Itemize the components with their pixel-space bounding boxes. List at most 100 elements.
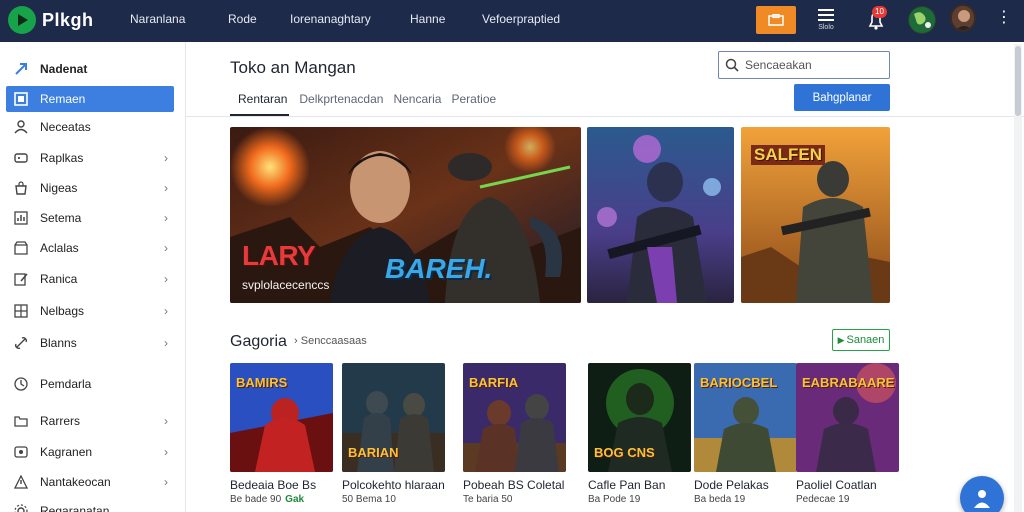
page-title: Toko an Mangan: [230, 58, 356, 77]
eye-icon: [14, 445, 28, 459]
sidebar-item-label: Blanns: [40, 336, 77, 350]
sidebar-item-label: Nelbags: [40, 304, 85, 318]
scrollbar-thumb[interactable]: [1015, 46, 1021, 116]
chevron-right-icon: ›: [164, 241, 168, 255]
game-thumbnail: BOG CNS: [588, 363, 691, 472]
nav-link-1[interactable]: Naranlana: [130, 12, 185, 26]
featured-banner-3[interactable]: SALFEN: [741, 127, 890, 303]
game-meta: Ba beda 19: [694, 494, 797, 505]
link-icon: [14, 336, 28, 350]
tab-3[interactable]: Nencaria: [393, 91, 441, 116]
sidebar-item-8[interactable]: Ranica ›: [6, 266, 174, 292]
sidebar-item-2[interactable]: Remaen: [6, 86, 174, 112]
sidebar-item-5[interactable]: Nigeas ›: [6, 175, 174, 201]
game-card[interactable]: BARIOCBEL Dode Pelakas Ba beda 19: [694, 363, 797, 505]
game-thumbnail: EABRABAARE: [796, 363, 899, 472]
store-button[interactable]: [756, 6, 796, 34]
featured-banner-2[interactable]: [587, 127, 734, 303]
avatar-icon: [952, 6, 974, 30]
tab-2[interactable]: Delkprtenacdan: [299, 91, 383, 116]
nav-link-4[interactable]: Hanne: [410, 12, 445, 26]
game-card[interactable]: EABRABAARE Paoliel Coatlan Pedecae 19: [796, 363, 899, 505]
game-meta-text: Be bade 90: [230, 494, 282, 505]
chevron-right-icon: ›: [164, 211, 168, 225]
sidebar-item-6[interactable]: Setema ›: [6, 205, 174, 231]
game-meta: 50 Bema 10: [342, 494, 445, 505]
sidebar: Nadenat Remaen Neceatas Raplkas › Nigeas…: [0, 42, 186, 512]
gamepad-icon: [14, 151, 28, 165]
game-card[interactable]: BARIAN Polcokehto hlaraan 50 Bema 10: [342, 363, 445, 505]
chevron-right-icon: ›: [164, 151, 168, 165]
gear-icon: [14, 504, 28, 512]
sidebar-item-9[interactable]: Nelbags ›: [6, 298, 174, 324]
game-meta-text: Ba beda 19: [694, 494, 746, 505]
sidebar-item-13[interactable]: Kagranen ›: [6, 439, 174, 465]
globe-button[interactable]: [908, 6, 936, 34]
nav-link-3[interactable]: Iorenanaghtary: [290, 12, 371, 26]
scrollbar[interactable]: [1014, 44, 1022, 512]
sidebar-item-4[interactable]: Raplkas ›: [6, 145, 174, 171]
notification-badge: 10: [872, 6, 887, 18]
sidebar-item-14[interactable]: Nantakeocan ›: [6, 469, 174, 495]
warning-icon: [14, 475, 28, 489]
chevron-right-icon: ›: [294, 335, 301, 347]
game-thumbnail: BAMIRS: [230, 363, 333, 472]
store-icon: [768, 14, 784, 26]
arrow-icon: [14, 62, 28, 76]
featured-banner-main[interactable]: LARY svplolacecenccs BAREH.: [230, 127, 581, 303]
sidebar-item-3[interactable]: Neceatas: [6, 114, 174, 140]
search-box[interactable]: [718, 51, 890, 79]
person-icon: [14, 120, 28, 134]
game-title: Pobeah BS Coletal: [463, 478, 565, 492]
banner-artwork: [587, 127, 734, 303]
bag-icon: [14, 181, 28, 195]
chevron-right-icon: ›: [164, 336, 168, 350]
sidebar-item-label: Nadenat: [40, 62, 88, 76]
sidebar-item-label: Nantakeocan: [40, 475, 111, 489]
nav-link-2[interactable]: Rode: [228, 12, 257, 26]
sidebar-item-label: Nigeas: [40, 181, 78, 195]
tab-1[interactable]: Rentaran: [230, 91, 290, 116]
box-icon: [14, 241, 28, 255]
game-card[interactable]: BOG CNS Cafle Pan Ban Ba Pode 19: [588, 363, 691, 505]
square-icon: [14, 92, 28, 106]
thumbnail-title: BARIAN: [348, 445, 399, 460]
app-logo[interactable]: Plkgh: [8, 6, 94, 34]
section-action-button[interactable]: ▶ Sanaen: [832, 329, 890, 351]
sidebar-item-15[interactable]: Regaranatan: [6, 498, 174, 512]
banner-title: SALFEN: [751, 145, 825, 165]
sidebar-item-label: Aclalas: [40, 241, 79, 255]
game-title: Cafle Pan Ban: [588, 478, 666, 492]
game-card[interactable]: BARFIA Pobeah BS Coletal Te baria 50: [463, 363, 566, 505]
sidebar-item-12[interactable]: Rarrers ›: [6, 408, 174, 434]
more-vertical-icon[interactable]: ⋮: [996, 10, 1012, 26]
primary-action-button[interactable]: Bahgplanar: [794, 84, 890, 111]
menu-button[interactable]: Slolo: [812, 6, 840, 36]
app-name: Plkgh: [42, 9, 94, 30]
game-card[interactable]: BAMIRS Bedeaia Boe Bs Be bade 90 Gak: [230, 363, 333, 505]
search-input[interactable]: [745, 58, 875, 72]
game-meta-text: Pedecae 19: [796, 494, 850, 505]
sidebar-item-1[interactable]: Nadenat: [6, 56, 174, 82]
user-avatar[interactable]: [950, 4, 976, 32]
thumbnail-title: BARFIA: [469, 375, 519, 390]
game-meta-text: Te baria 50: [463, 494, 513, 505]
game-meta-text: Ba Pode 19: [588, 494, 641, 505]
sidebar-item-10[interactable]: Blanns ›: [6, 330, 174, 356]
sidebar-item-11[interactable]: Pemdarla: [6, 371, 174, 397]
support-fab[interactable]: [960, 476, 1004, 512]
thumbnail-title: EABRABAARE: [802, 375, 895, 390]
nav-link-5[interactable]: Vefoerpraptied: [482, 12, 560, 26]
chevron-right-icon: ›: [164, 414, 168, 428]
notifications-button[interactable]: 10: [862, 6, 890, 34]
thumbnail-title: BAMIRS: [236, 375, 288, 390]
section-breadcrumb[interactable]: › Senccaasaas: [294, 335, 367, 347]
chevron-right-icon: ›: [164, 181, 168, 195]
game-tag: Gak: [285, 494, 305, 505]
game-title: Dode Pelakas: [694, 478, 769, 492]
play-icon: ▶: [837, 334, 845, 345]
thumbnail-title: BARIOCBEL: [700, 375, 778, 390]
sidebar-item-7[interactable]: Aclalas ›: [6, 235, 174, 261]
game-meta: Be bade 90 Gak: [230, 494, 333, 505]
tab-4[interactable]: Peratioe: [451, 91, 496, 116]
